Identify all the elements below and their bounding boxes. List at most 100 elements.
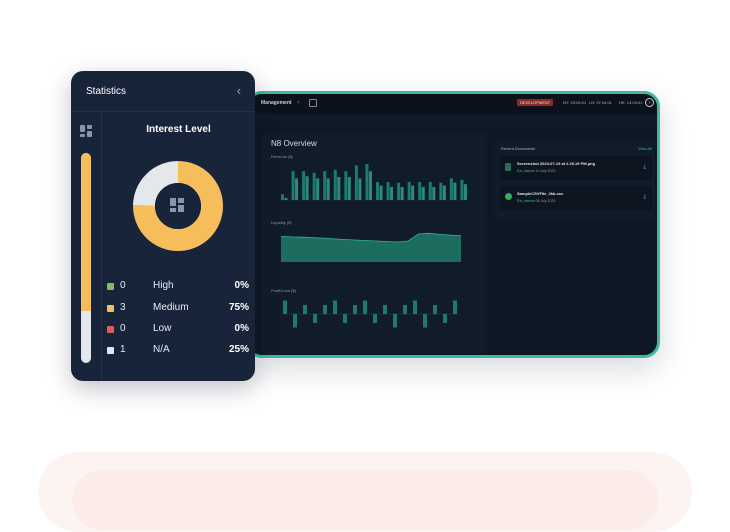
dashboard-window: Management × DEVELOPMENT NY: 03:04:01 LN…: [246, 91, 660, 358]
legend-percent: 25%: [228, 344, 249, 355]
clock-ny: NY: 03:04:01: [563, 100, 587, 105]
close-tab-icon[interactable]: ×: [297, 100, 300, 106]
document-date: 06 July 2023: [535, 199, 556, 203]
bar: [303, 305, 307, 314]
clock-hk: HK: 14:04:01: [619, 100, 643, 105]
legend-name: Medium: [153, 302, 189, 313]
bar: [383, 305, 387, 314]
bar: [400, 187, 404, 200]
interest-progress-bar: [81, 153, 91, 363]
legend-row-low: 0 Low 0%: [107, 323, 249, 337]
bar: [403, 305, 407, 314]
legend-swatch: [107, 283, 114, 290]
bar: [413, 300, 417, 314]
environment-badge: DEVELOPMENT: [517, 99, 554, 106]
download-icon[interactable]: ⤓: [643, 164, 646, 171]
bar: [344, 171, 348, 200]
bar: [291, 171, 295, 200]
bar: [397, 182, 401, 200]
bar: [283, 300, 287, 314]
chevron-left-icon[interactable]: ‹: [237, 83, 241, 98]
bar: [358, 178, 362, 200]
profit-loss-chart: [281, 300, 461, 328]
bar: [316, 178, 320, 200]
document-owner: Ext_stanne: [517, 169, 535, 173]
legend-name: N/A: [153, 344, 170, 355]
bar: [353, 305, 357, 314]
bar: [421, 187, 425, 200]
bar: [363, 300, 367, 314]
revenue-chart: [279, 164, 469, 201]
legend-percent: 75%: [228, 302, 249, 313]
top-bar: Management × DEVELOPMENT NY: 03:04:01 LN…: [249, 94, 657, 115]
bar: [368, 171, 372, 200]
bar: [323, 305, 327, 314]
statistics-header: Statistics ‹: [71, 71, 255, 112]
legend-row-na: 1 N/A 25%: [107, 344, 249, 358]
dashboard-grid-icon: [170, 198, 184, 212]
legend-swatch: [107, 305, 114, 312]
document-meta: Ext_stanne 19 July 2023: [517, 169, 555, 173]
bar: [393, 314, 397, 328]
bar: [379, 185, 383, 200]
bar: [365, 164, 369, 200]
profit-chart-label: Profit/Loss ($): [271, 288, 296, 293]
tab-management[interactable]: Management: [261, 100, 292, 106]
legend-name: Low: [153, 323, 172, 334]
bar: [390, 187, 394, 200]
bar: [432, 187, 436, 200]
help-icon[interactable]: ?: [645, 98, 654, 107]
bar: [281, 194, 284, 200]
interest-progress-fill: [81, 153, 91, 311]
legend-row-medium: 3 Medium 75%: [107, 302, 249, 316]
document-name: Screenshot 2023-07-19 at 2.26.19 PM.png: [517, 161, 596, 166]
legend-swatch: [107, 326, 114, 333]
download-icon[interactable]: ⤓: [643, 194, 646, 201]
statistics-title: Statistics: [86, 86, 127, 97]
bar: [284, 197, 288, 200]
legend-count: 0: [120, 280, 126, 291]
csv-file-icon: [505, 193, 512, 200]
document-meta: Ext_stanne 06 July 2023: [517, 199, 555, 203]
bar: [453, 300, 457, 314]
bar: [323, 171, 327, 200]
bar: [428, 182, 432, 200]
add-tab-icon[interactable]: [309, 99, 317, 107]
document-owner: Ext_stanne: [517, 199, 535, 203]
bar: [423, 314, 427, 328]
bar: [312, 172, 316, 200]
legend-name: High: [153, 280, 174, 291]
document-name: SampleCSVFile_2kb.csv: [517, 191, 564, 196]
bar: [439, 182, 443, 200]
revenue-chart-label: Revenue ($): [271, 154, 294, 159]
bar: [343, 314, 347, 323]
document-row[interactable]: SampleCSVFile_2kb.csv Ext_stanne 06 July…: [500, 186, 652, 210]
legend-count: 3: [120, 302, 126, 313]
bar: [354, 165, 358, 200]
bar: [453, 182, 457, 200]
bar: [460, 179, 464, 200]
bar: [293, 314, 297, 328]
bar: [411, 185, 415, 200]
bar: [449, 178, 453, 200]
image-file-icon: [505, 163, 511, 171]
view-all-link[interactable]: View All: [638, 146, 652, 151]
document-row[interactable]: Screenshot 2023-07-19 at 2.26.19 PM.png …: [500, 156, 652, 180]
bar: [442, 185, 446, 200]
bar: [302, 171, 306, 200]
bar: [295, 178, 299, 200]
bar: [373, 314, 377, 323]
sub-toolbar: [249, 114, 657, 126]
bar: [333, 169, 337, 200]
bar: [443, 314, 447, 323]
dashboard-grid-icon[interactable]: [80, 125, 92, 137]
legend-row-high: 0 High 0%: [107, 280, 249, 294]
bar: [337, 176, 341, 200]
legend-percent: 0%: [234, 280, 249, 291]
liquidity-chart: [280, 232, 462, 262]
bar: [333, 300, 337, 314]
overview-title: N8 Overview: [271, 139, 317, 148]
decorative-base-inner: [72, 470, 658, 530]
recent-documents-title: Recent Documents: [501, 146, 536, 151]
bar: [313, 314, 317, 323]
